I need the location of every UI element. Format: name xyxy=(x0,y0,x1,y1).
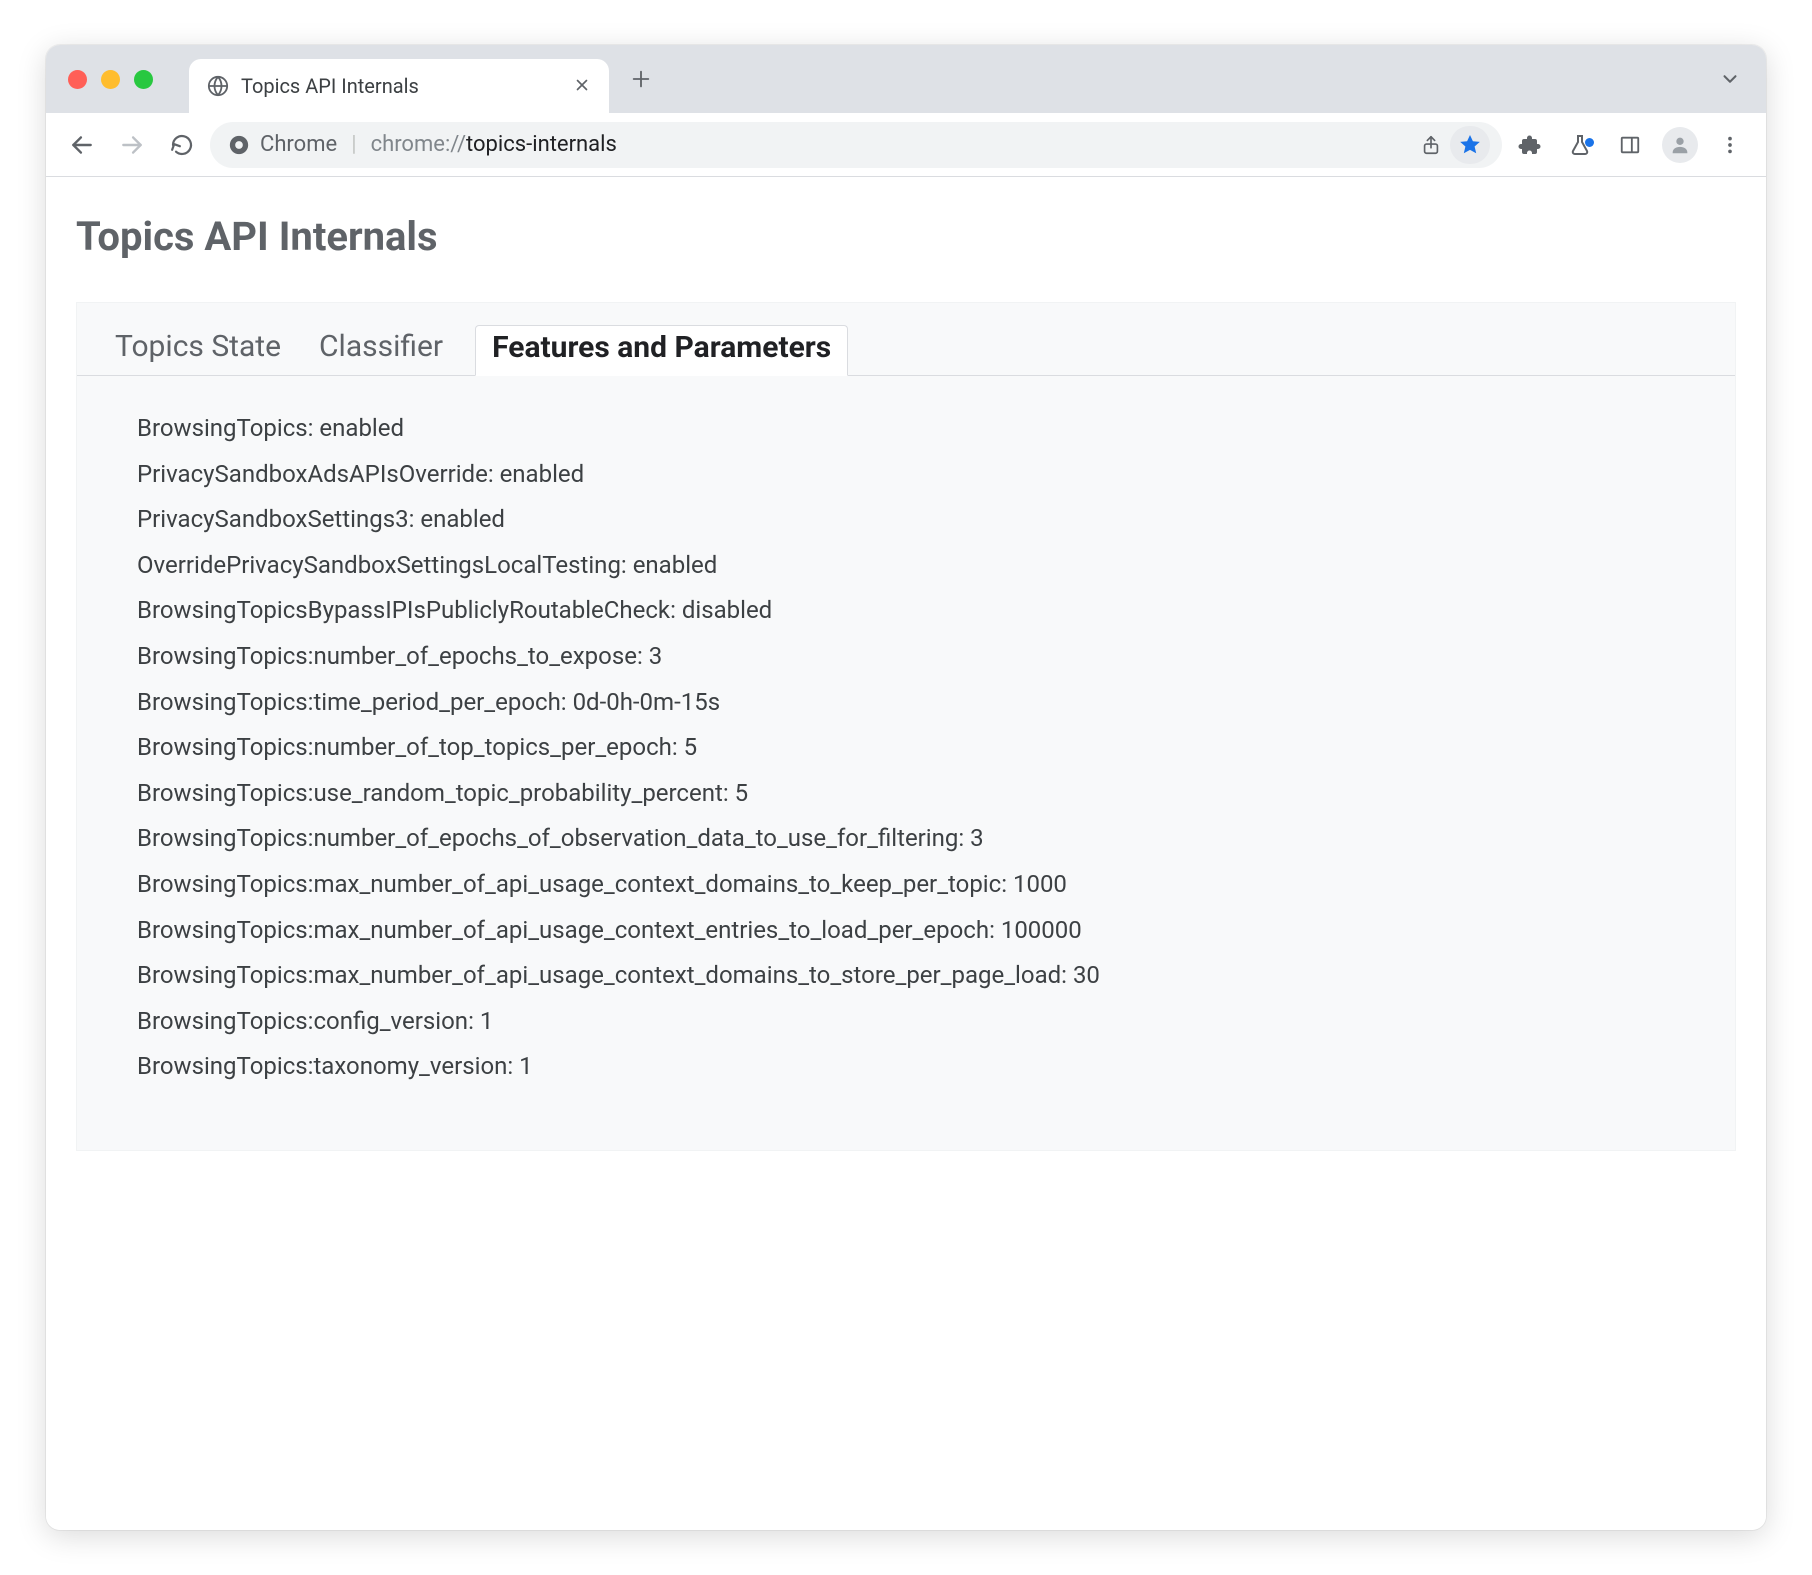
menu-button[interactable] xyxy=(1708,123,1752,167)
feature-key: PrivacySandboxAdsAPIsOverride xyxy=(137,460,488,488)
feature-key: BrowsingTopics:time_period_per_epoch xyxy=(137,688,561,716)
feature-key: BrowsingTopicsBypassIPIsPubliclyRoutable… xyxy=(137,596,670,624)
close-tab-button[interactable] xyxy=(573,76,593,96)
feature-list: BrowsingTopics: enabledPrivacySandboxAds… xyxy=(77,376,1735,1090)
feature-value: 1000 xyxy=(1013,870,1067,898)
maximize-window-button[interactable] xyxy=(134,70,153,89)
side-panel-button[interactable] xyxy=(1608,123,1652,167)
feature-key: BrowsingTopics:config_version xyxy=(137,1007,468,1035)
feature-row: BrowsingTopics: enabled xyxy=(137,406,1675,452)
feature-value: enabled xyxy=(500,460,585,488)
feature-value: 5 xyxy=(735,779,749,807)
feature-key: BrowsingTopics:max_number_of_api_usage_c… xyxy=(137,870,1001,898)
feature-key: OverridePrivacySandboxSettingsLocalTesti… xyxy=(137,551,621,579)
extensions-button[interactable] xyxy=(1508,123,1552,167)
url-prefix: chrome:// xyxy=(371,132,466,157)
url-text: chrome://topics-internals xyxy=(371,132,617,157)
labs-button[interactable] xyxy=(1558,123,1602,167)
tab-strip: Topics API Internals xyxy=(46,45,1766,113)
tab-features-parameters[interactable]: Features and Parameters xyxy=(475,325,848,376)
feature-key: PrivacySandboxSettings3 xyxy=(137,505,409,533)
globe-icon xyxy=(207,75,229,97)
feature-row: BrowsingTopics:max_number_of_api_usage_c… xyxy=(137,953,1675,999)
feature-value: 100000 xyxy=(1001,916,1082,944)
feature-value: enabled xyxy=(319,414,404,442)
feature-row: BrowsingTopics:max_number_of_api_usage_c… xyxy=(137,862,1675,908)
tab-title: Topics API Internals xyxy=(241,74,561,98)
feature-value: 3 xyxy=(649,642,663,670)
feature-value: 0d-0h-0m-15s xyxy=(573,688,721,716)
feature-row: BrowsingTopics:number_of_top_topics_per_… xyxy=(137,725,1675,771)
new-tab-button[interactable] xyxy=(619,57,663,101)
tab-search-button[interactable] xyxy=(1708,57,1752,101)
feature-key: BrowsingTopics:number_of_epochs_to_expos… xyxy=(137,642,637,670)
feature-row: BrowsingTopics:number_of_epochs_to_expos… xyxy=(137,634,1675,680)
address-bar[interactable]: Chrome | chrome://topics-internals xyxy=(210,122,1502,168)
feature-value: 3 xyxy=(970,824,984,852)
url-path: topics-internals xyxy=(466,132,617,157)
avatar xyxy=(1662,127,1698,163)
window-controls xyxy=(68,70,153,89)
toolbar: Chrome | chrome://topics-internals xyxy=(46,113,1766,177)
page-content: Topics API Internals Topics State Classi… xyxy=(46,177,1766,1530)
reload-button[interactable] xyxy=(160,123,204,167)
feature-value: 30 xyxy=(1073,961,1100,989)
chrome-icon xyxy=(228,134,250,156)
url-scheme-label: Chrome xyxy=(260,132,337,157)
feature-key: BrowsingTopics:number_of_epochs_of_obser… xyxy=(137,824,958,852)
feature-row: BrowsingTopics:config_version: 1 xyxy=(137,999,1675,1045)
minimize-window-button[interactable] xyxy=(101,70,120,89)
feature-value: 1 xyxy=(480,1007,494,1035)
feature-row: BrowsingTopicsBypassIPIsPubliclyRoutable… xyxy=(137,588,1675,634)
internals-panel: Topics State Classifier Features and Par… xyxy=(76,302,1736,1151)
feature-key: BrowsingTopics xyxy=(137,414,308,442)
url-separator: | xyxy=(347,132,360,157)
share-icon[interactable] xyxy=(1420,134,1442,156)
feature-row: BrowsingTopics:time_period_per_epoch: 0d… xyxy=(137,680,1675,726)
feature-row: OverridePrivacySandboxSettingsLocalTesti… xyxy=(137,543,1675,589)
feature-key: BrowsingTopics:use_random_topic_probabil… xyxy=(137,779,723,807)
tab-topics-state[interactable]: Topics State xyxy=(109,325,287,375)
browser-tab[interactable]: Topics API Internals xyxy=(189,59,609,113)
feature-key: BrowsingTopics:taxonomy_version xyxy=(137,1052,507,1080)
feature-value: 5 xyxy=(684,733,698,761)
back-button[interactable] xyxy=(60,123,104,167)
feature-row: BrowsingTopics:taxonomy_version: 1 xyxy=(137,1044,1675,1090)
feature-key: BrowsingTopics:max_number_of_api_usage_c… xyxy=(137,916,989,944)
feature-value: disabled xyxy=(682,596,772,624)
page-title: Topics API Internals xyxy=(76,213,1736,260)
feature-row: BrowsingTopics:use_random_topic_probabil… xyxy=(137,771,1675,817)
feature-value: enabled xyxy=(633,551,718,579)
browser-window: Topics API Internals Chrome | xyxy=(46,45,1766,1530)
forward-button[interactable] xyxy=(110,123,154,167)
feature-row: PrivacySandboxSettings3: enabled xyxy=(137,497,1675,543)
feature-row: BrowsingTopics:number_of_epochs_of_obser… xyxy=(137,816,1675,862)
feature-value: enabled xyxy=(420,505,505,533)
feature-key: BrowsingTopics:number_of_top_topics_per_… xyxy=(137,733,672,761)
internals-tabs: Topics State Classifier Features and Par… xyxy=(77,303,1735,376)
feature-key: BrowsingTopics:max_number_of_api_usage_c… xyxy=(137,961,1061,989)
feature-row: PrivacySandboxAdsAPIsOverride: enabled xyxy=(137,452,1675,498)
close-window-button[interactable] xyxy=(68,70,87,89)
profile-button[interactable] xyxy=(1658,123,1702,167)
feature-row: BrowsingTopics:max_number_of_api_usage_c… xyxy=(137,908,1675,954)
tab-classifier[interactable]: Classifier xyxy=(313,325,449,375)
bookmark-button[interactable] xyxy=(1450,126,1490,164)
feature-value: 1 xyxy=(519,1052,533,1080)
